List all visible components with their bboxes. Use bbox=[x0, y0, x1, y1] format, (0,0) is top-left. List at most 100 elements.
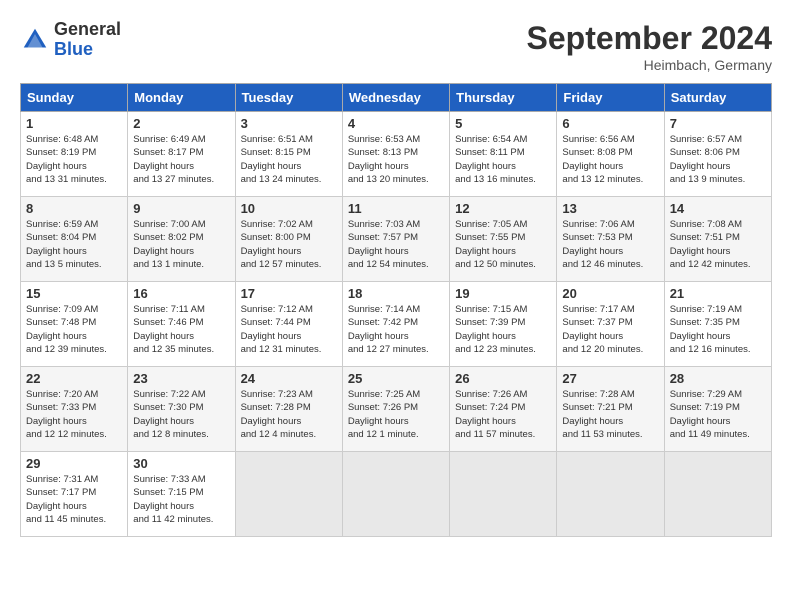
day-number: 5 bbox=[455, 116, 551, 131]
cell-info: Sunrise: 6:49 AMSunset: 8:17 PMDaylight … bbox=[133, 133, 229, 186]
day-header-saturday: Saturday bbox=[664, 84, 771, 112]
cell-info: Sunrise: 7:33 AMSunset: 7:15 PMDaylight … bbox=[133, 473, 229, 526]
day-number: 28 bbox=[670, 371, 766, 386]
calendar-cell: 14 Sunrise: 7:08 AMSunset: 7:51 PMDaylig… bbox=[664, 197, 771, 282]
day-number: 15 bbox=[26, 286, 122, 301]
calendar-cell bbox=[450, 452, 557, 537]
day-number: 22 bbox=[26, 371, 122, 386]
day-number: 4 bbox=[348, 116, 444, 131]
calendar-cell: 5 Sunrise: 6:54 AMSunset: 8:11 PMDayligh… bbox=[450, 112, 557, 197]
calendar-cell: 18 Sunrise: 7:14 AMSunset: 7:42 PMDaylig… bbox=[342, 282, 449, 367]
calendar-cell: 1 Sunrise: 6:48 AMSunset: 8:19 PMDayligh… bbox=[21, 112, 128, 197]
day-number: 19 bbox=[455, 286, 551, 301]
logo-blue-text: Blue bbox=[54, 40, 121, 60]
calendar-cell: 15 Sunrise: 7:09 AMSunset: 7:48 PMDaylig… bbox=[21, 282, 128, 367]
calendar-cell: 22 Sunrise: 7:20 AMSunset: 7:33 PMDaylig… bbox=[21, 367, 128, 452]
calendar-cell: 20 Sunrise: 7:17 AMSunset: 7:37 PMDaylig… bbox=[557, 282, 664, 367]
calendar-cell: 26 Sunrise: 7:26 AMSunset: 7:24 PMDaylig… bbox=[450, 367, 557, 452]
calendar-cell: 2 Sunrise: 6:49 AMSunset: 8:17 PMDayligh… bbox=[128, 112, 235, 197]
cell-info: Sunrise: 7:20 AMSunset: 7:33 PMDaylight … bbox=[26, 388, 122, 441]
cell-info: Sunrise: 6:48 AMSunset: 8:19 PMDaylight … bbox=[26, 133, 122, 186]
day-number: 21 bbox=[670, 286, 766, 301]
month-title: September 2024 bbox=[527, 20, 772, 57]
day-number: 26 bbox=[455, 371, 551, 386]
cell-info: Sunrise: 6:54 AMSunset: 8:11 PMDaylight … bbox=[455, 133, 551, 186]
day-number: 20 bbox=[562, 286, 658, 301]
day-number: 11 bbox=[348, 201, 444, 216]
day-number: 10 bbox=[241, 201, 337, 216]
logo-icon bbox=[20, 25, 50, 55]
logo-text: General Blue bbox=[54, 20, 121, 60]
day-number: 7 bbox=[670, 116, 766, 131]
calendar-cell: 17 Sunrise: 7:12 AMSunset: 7:44 PMDaylig… bbox=[235, 282, 342, 367]
day-header-friday: Friday bbox=[557, 84, 664, 112]
cell-info: Sunrise: 7:19 AMSunset: 7:35 PMDaylight … bbox=[670, 303, 766, 356]
cell-info: Sunrise: 7:26 AMSunset: 7:24 PMDaylight … bbox=[455, 388, 551, 441]
calendar-cell: 10 Sunrise: 7:02 AMSunset: 8:00 PMDaylig… bbox=[235, 197, 342, 282]
cell-info: Sunrise: 6:56 AMSunset: 8:08 PMDaylight … bbox=[562, 133, 658, 186]
calendar-cell: 19 Sunrise: 7:15 AMSunset: 7:39 PMDaylig… bbox=[450, 282, 557, 367]
calendar-cell bbox=[342, 452, 449, 537]
calendar-cell bbox=[235, 452, 342, 537]
cell-info: Sunrise: 7:31 AMSunset: 7:17 PMDaylight … bbox=[26, 473, 122, 526]
calendar-cell bbox=[557, 452, 664, 537]
cell-info: Sunrise: 7:29 AMSunset: 7:19 PMDaylight … bbox=[670, 388, 766, 441]
day-header-monday: Monday bbox=[128, 84, 235, 112]
cell-info: Sunrise: 7:12 AMSunset: 7:44 PMDaylight … bbox=[241, 303, 337, 356]
day-number: 29 bbox=[26, 456, 122, 471]
cell-info: Sunrise: 7:23 AMSunset: 7:28 PMDaylight … bbox=[241, 388, 337, 441]
day-number: 12 bbox=[455, 201, 551, 216]
calendar-cell: 29 Sunrise: 7:31 AMSunset: 7:17 PMDaylig… bbox=[21, 452, 128, 537]
day-number: 25 bbox=[348, 371, 444, 386]
day-number: 16 bbox=[133, 286, 229, 301]
day-number: 1 bbox=[26, 116, 122, 131]
day-number: 6 bbox=[562, 116, 658, 131]
cell-info: Sunrise: 7:03 AMSunset: 7:57 PMDaylight … bbox=[348, 218, 444, 271]
day-number: 2 bbox=[133, 116, 229, 131]
day-number: 24 bbox=[241, 371, 337, 386]
cell-info: Sunrise: 7:05 AMSunset: 7:55 PMDaylight … bbox=[455, 218, 551, 271]
calendar-table: SundayMondayTuesdayWednesdayThursdayFrid… bbox=[20, 83, 772, 537]
location-text: Heimbach, Germany bbox=[527, 57, 772, 73]
calendar-cell bbox=[664, 452, 771, 537]
day-number: 3 bbox=[241, 116, 337, 131]
cell-info: Sunrise: 7:15 AMSunset: 7:39 PMDaylight … bbox=[455, 303, 551, 356]
cell-info: Sunrise: 6:57 AMSunset: 8:06 PMDaylight … bbox=[670, 133, 766, 186]
calendar-cell: 23 Sunrise: 7:22 AMSunset: 7:30 PMDaylig… bbox=[128, 367, 235, 452]
week-row-3: 15 Sunrise: 7:09 AMSunset: 7:48 PMDaylig… bbox=[21, 282, 772, 367]
day-header-tuesday: Tuesday bbox=[235, 84, 342, 112]
cell-info: Sunrise: 7:22 AMSunset: 7:30 PMDaylight … bbox=[133, 388, 229, 441]
logo-general-text: General bbox=[54, 20, 121, 40]
calendar-cell: 27 Sunrise: 7:28 AMSunset: 7:21 PMDaylig… bbox=[557, 367, 664, 452]
cell-info: Sunrise: 7:09 AMSunset: 7:48 PMDaylight … bbox=[26, 303, 122, 356]
week-row-5: 29 Sunrise: 7:31 AMSunset: 7:17 PMDaylig… bbox=[21, 452, 772, 537]
day-header-thursday: Thursday bbox=[450, 84, 557, 112]
cell-info: Sunrise: 7:11 AMSunset: 7:46 PMDaylight … bbox=[133, 303, 229, 356]
cell-info: Sunrise: 7:02 AMSunset: 8:00 PMDaylight … bbox=[241, 218, 337, 271]
cell-info: Sunrise: 7:14 AMSunset: 7:42 PMDaylight … bbox=[348, 303, 444, 356]
cell-info: Sunrise: 7:00 AMSunset: 8:02 PMDaylight … bbox=[133, 218, 229, 271]
day-number: 17 bbox=[241, 286, 337, 301]
calendar-cell: 8 Sunrise: 6:59 AMSunset: 8:04 PMDayligh… bbox=[21, 197, 128, 282]
cell-info: Sunrise: 6:59 AMSunset: 8:04 PMDaylight … bbox=[26, 218, 122, 271]
calendar-cell: 3 Sunrise: 6:51 AMSunset: 8:15 PMDayligh… bbox=[235, 112, 342, 197]
day-number: 9 bbox=[133, 201, 229, 216]
calendar-cell: 4 Sunrise: 6:53 AMSunset: 8:13 PMDayligh… bbox=[342, 112, 449, 197]
calendar-cell: 21 Sunrise: 7:19 AMSunset: 7:35 PMDaylig… bbox=[664, 282, 771, 367]
calendar-cell: 9 Sunrise: 7:00 AMSunset: 8:02 PMDayligh… bbox=[128, 197, 235, 282]
calendar-cell: 28 Sunrise: 7:29 AMSunset: 7:19 PMDaylig… bbox=[664, 367, 771, 452]
calendar-header-row: SundayMondayTuesdayWednesdayThursdayFrid… bbox=[21, 84, 772, 112]
calendar-cell: 6 Sunrise: 6:56 AMSunset: 8:08 PMDayligh… bbox=[557, 112, 664, 197]
cell-info: Sunrise: 7:17 AMSunset: 7:37 PMDaylight … bbox=[562, 303, 658, 356]
cell-info: Sunrise: 6:51 AMSunset: 8:15 PMDaylight … bbox=[241, 133, 337, 186]
day-number: 23 bbox=[133, 371, 229, 386]
cell-info: Sunrise: 6:53 AMSunset: 8:13 PMDaylight … bbox=[348, 133, 444, 186]
day-number: 13 bbox=[562, 201, 658, 216]
calendar-cell: 12 Sunrise: 7:05 AMSunset: 7:55 PMDaylig… bbox=[450, 197, 557, 282]
day-number: 30 bbox=[133, 456, 229, 471]
cell-info: Sunrise: 7:25 AMSunset: 7:26 PMDaylight … bbox=[348, 388, 444, 441]
calendar-cell: 13 Sunrise: 7:06 AMSunset: 7:53 PMDaylig… bbox=[557, 197, 664, 282]
day-header-wednesday: Wednesday bbox=[342, 84, 449, 112]
day-number: 8 bbox=[26, 201, 122, 216]
day-number: 18 bbox=[348, 286, 444, 301]
